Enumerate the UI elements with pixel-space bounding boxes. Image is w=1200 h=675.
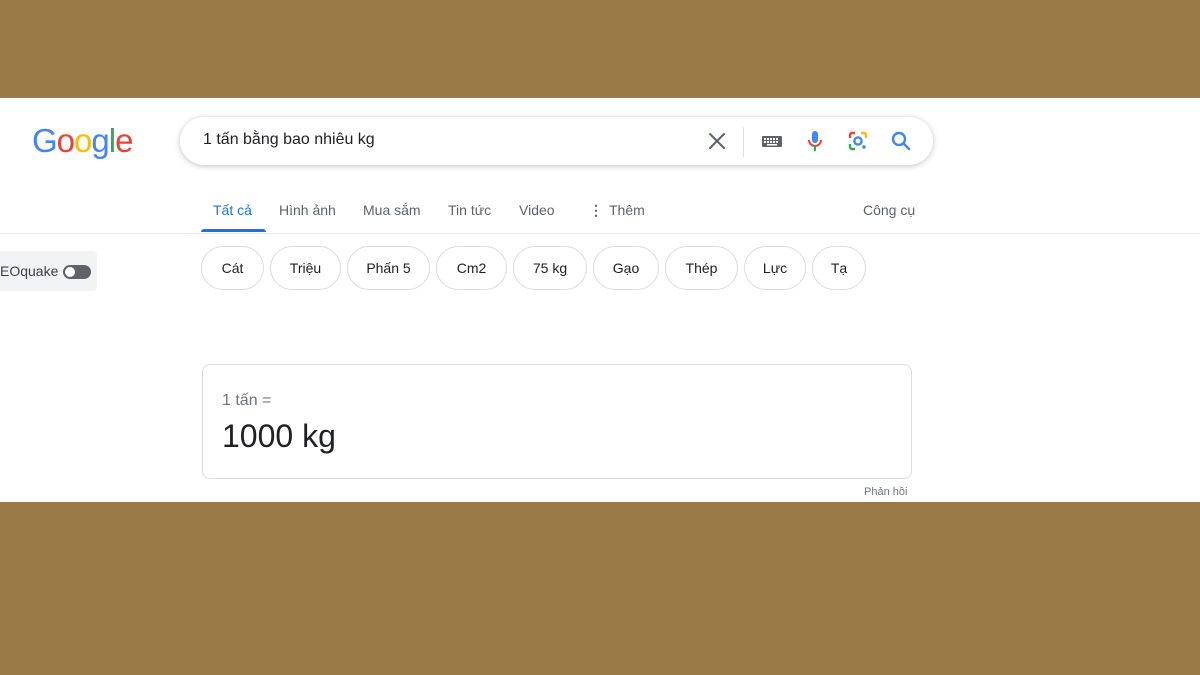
- search-results-page: Google 1 tấn bằng bao nhiêu kg Tất cả Hì…: [0, 98, 1200, 502]
- keyboard-icon[interactable]: [760, 129, 784, 153]
- chip-suggestion[interactable]: 75 kg: [513, 246, 587, 290]
- google-lens-icon[interactable]: [846, 129, 870, 153]
- chip-suggestion[interactable]: Triệu: [270, 246, 341, 290]
- chip-suggestion[interactable]: Phấn 5: [347, 246, 430, 290]
- feedback-link[interactable]: Phản hồi: [864, 486, 907, 498]
- logo-letter: G: [32, 122, 58, 159]
- chip-suggestion[interactable]: Cm2: [436, 246, 507, 290]
- eoquake-toggle[interactable]: [63, 265, 91, 279]
- chip-suggestion[interactable]: Lực: [744, 246, 806, 290]
- more-vert-icon: ⋮: [589, 202, 603, 218]
- tab-shopping[interactable]: Mua sắm: [363, 202, 421, 218]
- google-logo[interactable]: Google: [32, 122, 133, 160]
- chip-suggestion[interactable]: Cát: [201, 246, 264, 290]
- eoquake-label: EOquake: [0, 263, 59, 279]
- conversion-result: 1000 kg: [222, 418, 336, 454]
- tab-news[interactable]: Tin tức: [448, 202, 491, 218]
- chip-suggestion[interactable]: Tạ: [812, 246, 866, 290]
- mic-icon[interactable]: [803, 129, 827, 153]
- search-box[interactable]: 1 tấn bằng bao nhiêu kg: [180, 117, 933, 165]
- chip-suggestion[interactable]: Gạo: [593, 246, 659, 290]
- tab-more-label: Thêm: [609, 202, 645, 218]
- active-tab-indicator: [201, 229, 266, 232]
- logo-letter: o: [56, 122, 75, 159]
- tab-video[interactable]: Video: [519, 202, 555, 218]
- search-icon[interactable]: [889, 129, 913, 153]
- logo-letter: o: [74, 122, 92, 159]
- tools-button[interactable]: Công cụ: [863, 202, 915, 218]
- logo-letter: e: [115, 122, 133, 159]
- search-input[interactable]: 1 tấn bằng bao nhiêu kg: [203, 131, 375, 149]
- eoquake-extension: EOquake: [0, 251, 97, 291]
- tab-more[interactable]: ⋮ Thêm: [589, 202, 645, 219]
- unit-conversion-card: 1 tấn = 1000 kg: [202, 364, 912, 479]
- clear-icon[interactable]: [704, 128, 730, 154]
- search-tabs: Tất cả Hình ảnh Mua sắm Tin tức Video ⋮ T…: [0, 196, 1200, 234]
- tab-all[interactable]: Tất cả: [213, 202, 252, 218]
- tab-images[interactable]: Hình ảnh: [279, 202, 336, 218]
- logo-letter: g: [91, 122, 109, 159]
- conversion-input: 1 tấn =: [222, 392, 272, 409]
- divider: [743, 127, 744, 157]
- chip-suggestion[interactable]: Thép: [665, 246, 738, 290]
- toggle-knob: [65, 267, 75, 277]
